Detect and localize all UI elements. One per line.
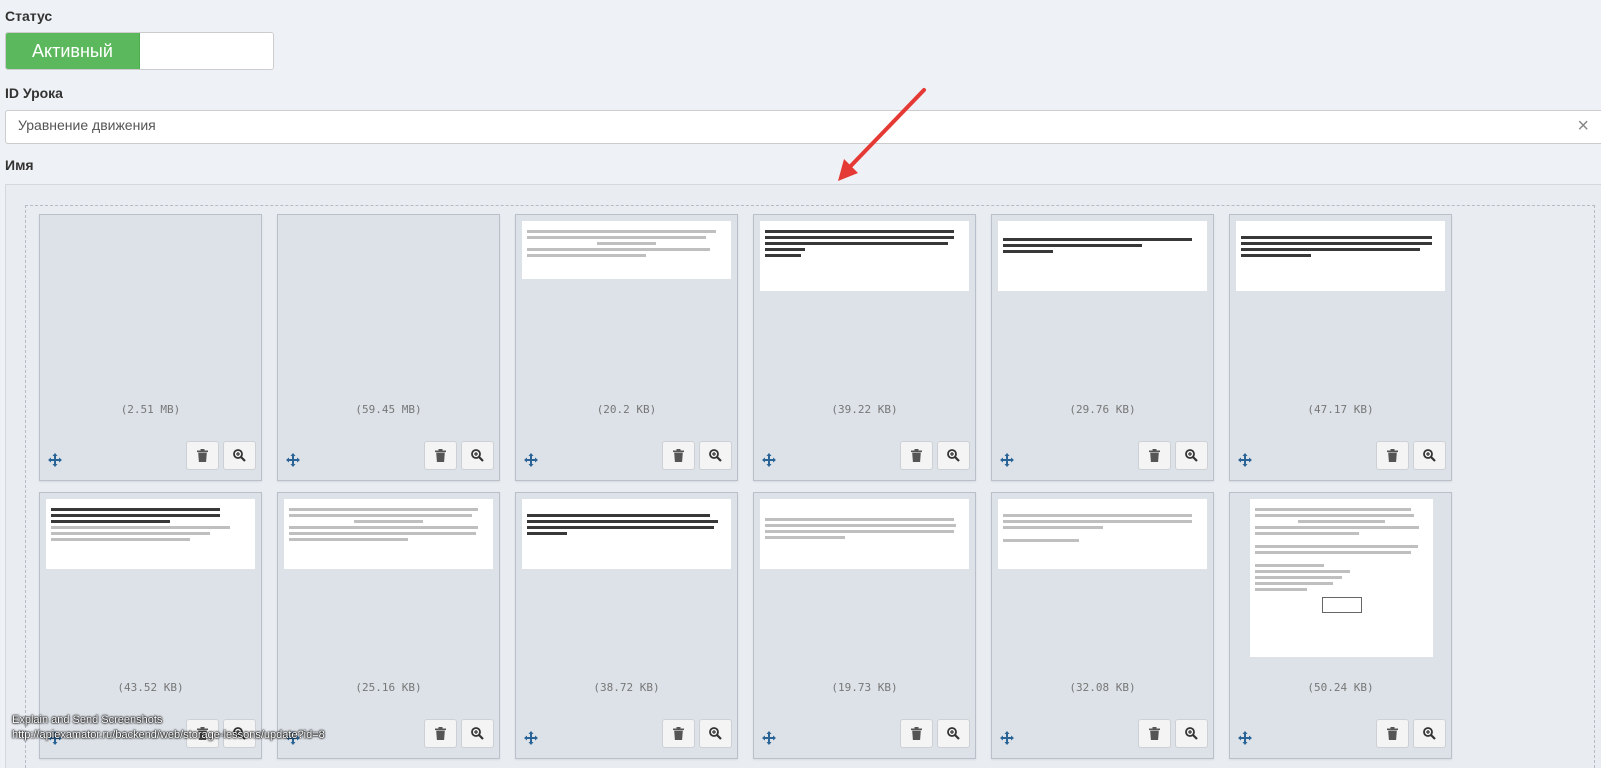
status-tooltip: Explain and Send Screenshots http://apie… — [12, 713, 325, 743]
file-size: (38.72 KB) — [593, 681, 660, 694]
delete-button[interactable] — [1376, 719, 1409, 748]
zoom-in-icon — [471, 727, 484, 740]
file-size: (19.73 KB) — [831, 681, 898, 694]
file-card: (47.17 KB) — [1229, 214, 1452, 481]
lesson-select-value: Уравнение движения — [18, 117, 156, 133]
file-thumbnail — [760, 221, 969, 291]
move-icon[interactable] — [1238, 731, 1252, 745]
lesson-id-label: ID Урока — [5, 85, 63, 101]
trash-icon — [673, 449, 684, 462]
file-size: (47.17 KB) — [1307, 403, 1374, 416]
zoom-in-icon — [1423, 449, 1436, 462]
move-icon[interactable] — [524, 731, 538, 745]
zoom-button[interactable] — [1413, 719, 1446, 748]
trash-icon — [1149, 449, 1160, 462]
file-size: (59.45 MB) — [355, 403, 422, 416]
zoom-button[interactable] — [937, 719, 970, 748]
status-toggle[interactable]: Активный — [5, 32, 274, 70]
trash-icon — [435, 449, 446, 462]
trash-icon — [1387, 727, 1398, 740]
annotation-arrow — [838, 88, 926, 181]
status-label: Статус — [5, 8, 53, 24]
file-size: (50.24 KB) — [1307, 681, 1374, 694]
delete-button[interactable] — [1138, 719, 1171, 748]
move-icon[interactable] — [524, 453, 538, 467]
file-card: (59.45 MB) — [277, 214, 500, 481]
clear-icon[interactable]: × — [1577, 116, 1589, 136]
zoom-button[interactable] — [699, 441, 732, 470]
trash-icon — [1387, 449, 1398, 462]
move-icon[interactable] — [1000, 731, 1014, 745]
move-icon[interactable] — [1238, 453, 1252, 467]
zoom-in-icon — [1185, 727, 1198, 740]
file-thumbnail — [998, 499, 1207, 569]
trash-icon — [197, 449, 208, 462]
zoom-in-icon — [947, 449, 960, 462]
zoom-in-icon — [471, 449, 484, 462]
delete-button[interactable] — [1138, 441, 1171, 470]
zoom-button[interactable] — [461, 719, 494, 748]
file-card: (38.72 KB) — [515, 492, 738, 759]
zoom-button[interactable] — [461, 441, 494, 470]
file-card: (20.2 KB) — [515, 214, 738, 481]
delete-button[interactable] — [662, 719, 695, 748]
zoom-button[interactable] — [937, 441, 970, 470]
zoom-button[interactable] — [1413, 441, 1446, 470]
zoom-in-icon — [709, 449, 722, 462]
zoom-button[interactable] — [699, 719, 732, 748]
status-active-option[interactable]: Активный — [6, 33, 140, 69]
delete-button[interactable] — [662, 441, 695, 470]
trash-icon — [1149, 727, 1160, 740]
trash-icon — [673, 727, 684, 740]
file-card: (29.76 KB) — [991, 214, 1214, 481]
zoom-button[interactable] — [1175, 441, 1208, 470]
zoom-in-icon — [1423, 727, 1436, 740]
tooltip-title: Explain and Send Screenshots — [12, 714, 163, 726]
delete-button[interactable] — [186, 441, 219, 470]
delete-button[interactable] — [424, 441, 457, 470]
tooltip-url: http://apiexamator.ru/backend/web/storag… — [12, 729, 325, 741]
name-label: Имя — [5, 157, 34, 173]
file-size: (2.51 MB) — [120, 403, 181, 416]
move-icon[interactable] — [48, 453, 62, 467]
file-thumbnail — [1250, 499, 1433, 657]
zoom-in-icon — [947, 727, 960, 740]
move-icon[interactable] — [1000, 453, 1014, 467]
zoom-button[interactable] — [1175, 719, 1208, 748]
file-thumbnail — [46, 499, 255, 569]
file-size: (43.52 KB) — [117, 681, 184, 694]
status-inactive-option[interactable] — [140, 33, 273, 69]
delete-button[interactable] — [900, 719, 933, 748]
file-thumbnail — [522, 499, 731, 569]
zoom-in-icon — [233, 449, 246, 462]
trash-icon — [911, 727, 922, 740]
file-card: (39.22 KB) — [753, 214, 976, 481]
file-thumbnail — [284, 499, 493, 569]
file-card: (50.24 KB) — [1229, 492, 1452, 759]
move-icon[interactable] — [286, 453, 300, 467]
zoom-button[interactable] — [223, 441, 256, 470]
move-icon[interactable] — [762, 731, 776, 745]
file-thumbnail — [1236, 221, 1445, 291]
file-card: (19.73 KB) — [753, 492, 976, 759]
file-card: (2.51 MB) — [39, 214, 262, 481]
zoom-in-icon — [1185, 449, 1198, 462]
file-thumbnail — [760, 499, 969, 569]
file-thumbnail — [522, 221, 731, 279]
zoom-in-icon — [709, 727, 722, 740]
file-thumbnail — [998, 221, 1207, 291]
file-size: (39.22 KB) — [831, 403, 898, 416]
move-icon[interactable] — [762, 453, 776, 467]
trash-icon — [435, 727, 446, 740]
file-size: (20.2 KB) — [596, 403, 657, 416]
delete-button[interactable] — [900, 441, 933, 470]
delete-button[interactable] — [424, 719, 457, 748]
trash-icon — [911, 449, 922, 462]
lesson-select[interactable]: Уравнение движения × — [5, 110, 1601, 144]
file-card: (32.08 KB) — [991, 492, 1214, 759]
delete-button[interactable] — [1376, 441, 1409, 470]
file-size: (32.08 KB) — [1069, 681, 1136, 694]
file-size: (29.76 KB) — [1069, 403, 1136, 416]
file-size: (25.16 KB) — [355, 681, 422, 694]
